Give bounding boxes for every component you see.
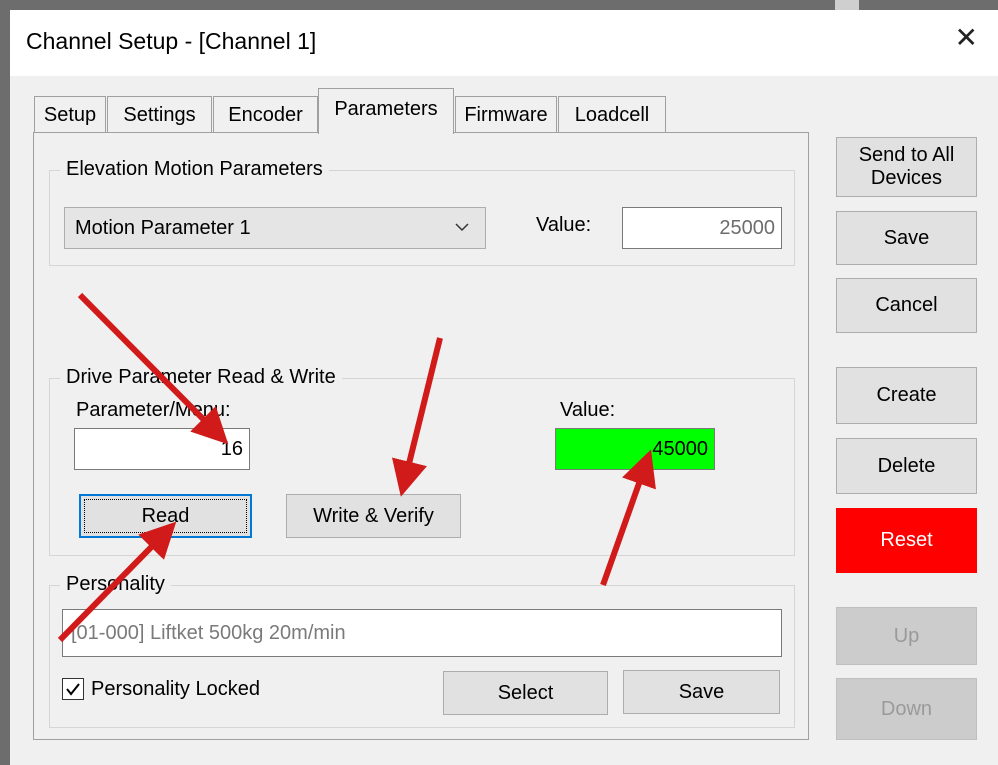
personality-select-button[interactable]: Select (443, 671, 608, 715)
write-verify-button[interactable]: Write & Verify (286, 494, 461, 538)
parameter-menu-value: 16 (220, 437, 243, 460)
send-to-all-label: Send to All Devices (858, 144, 955, 189)
tab-loadcell-label: Loadcell (574, 104, 650, 126)
title-bar: Channel Setup - [Channel 1] ✕ (10, 10, 998, 76)
down-label: Down (880, 697, 933, 720)
tab-loadcell[interactable]: Loadcell (558, 96, 666, 132)
up-label: Up (893, 624, 920, 647)
personality-name-field[interactable]: [01-000] Liftket 500kg 20m/min (62, 609, 782, 657)
tab-setup-label: Setup (43, 104, 97, 126)
window-title: Channel Setup - [Channel 1] (26, 28, 317, 54)
parameters-tab-panel: Elevation Motion Parameters Motion Param… (33, 132, 809, 740)
tab-setup[interactable]: Setup (34, 96, 106, 132)
personality-group: Personality [01-000] Liftket 500kg 20m/m… (49, 573, 795, 728)
save-button[interactable]: Save (836, 211, 977, 265)
tab-settings[interactable]: Settings (107, 96, 212, 132)
elevation-value-field[interactable]: 25000 (622, 207, 782, 249)
cancel-button[interactable]: Cancel (836, 278, 977, 333)
drive-group-label: Drive Parameter Read & Write (60, 366, 342, 389)
reset-label: Reset (880, 529, 933, 551)
reset-button[interactable]: Reset (836, 508, 977, 573)
drive-value-field[interactable]: 45000 (555, 428, 715, 470)
save-label: Save (883, 226, 930, 249)
background-window-edge (0, 0, 10, 765)
drive-value-label: Value: (560, 399, 616, 421)
personality-locked-label: Personality Locked (91, 678, 260, 700)
background-window-tab (835, 0, 859, 10)
checkmark-icon (66, 683, 80, 696)
personality-save-label: Save (678, 680, 725, 703)
elevation-value-label: Value: (536, 214, 592, 236)
personality-locked-checkbox[interactable] (62, 678, 84, 700)
chevron-down-icon (455, 223, 469, 232)
read-button-label: Read (141, 504, 190, 527)
cancel-label: Cancel (875, 294, 938, 316)
tab-parameters-label: Parameters (334, 98, 438, 120)
personality-save-button[interactable]: Save (623, 670, 780, 714)
tab-settings-label: Settings (123, 104, 196, 126)
elevation-group-label: Elevation Motion Parameters (60, 158, 329, 181)
tab-firmware-label: Firmware (464, 104, 548, 126)
personality-group-label: Personality (60, 573, 171, 596)
drive-parameter-group: Drive Parameter Read & Write Parameter/M… (49, 366, 795, 556)
delete-button[interactable]: Delete (836, 438, 977, 494)
elevation-motion-group: Elevation Motion Parameters Motion Param… (49, 158, 795, 266)
motion-parameter-dropdown[interactable]: Motion Parameter 1 (64, 207, 486, 249)
create-label: Create (876, 384, 937, 406)
down-button[interactable]: Down (836, 678, 977, 740)
write-verify-label: Write & Verify (313, 504, 434, 527)
close-icon[interactable]: ✕ (955, 24, 978, 52)
personality-name: [01-000] Liftket 500kg 20m/min (71, 621, 346, 644)
drive-value: 45000 (652, 437, 708, 460)
send-to-all-devices-button[interactable]: Send to All Devices (836, 137, 977, 197)
tab-encoder-label: Encoder (228, 104, 303, 126)
personality-select-label: Select (497, 681, 554, 704)
up-button[interactable]: Up (836, 607, 977, 665)
tab-encoder[interactable]: Encoder (213, 96, 318, 132)
delete-label: Delete (877, 454, 936, 477)
create-button[interactable]: Create (836, 367, 977, 424)
channel-setup-dialog: Channel Setup - [Channel 1] ✕ Setup Sett… (10, 10, 998, 765)
tab-firmware[interactable]: Firmware (455, 96, 557, 132)
parameter-menu-input[interactable]: 16 (74, 428, 250, 470)
elevation-value: 25000 (719, 216, 775, 239)
read-button[interactable]: Read (79, 494, 252, 538)
motion-parameter-selected: Motion Parameter 1 (75, 216, 251, 239)
tab-parameters[interactable]: Parameters (318, 88, 454, 134)
parameter-menu-label: Parameter/Menu: (76, 399, 231, 421)
background-window-strip (0, 0, 998, 10)
